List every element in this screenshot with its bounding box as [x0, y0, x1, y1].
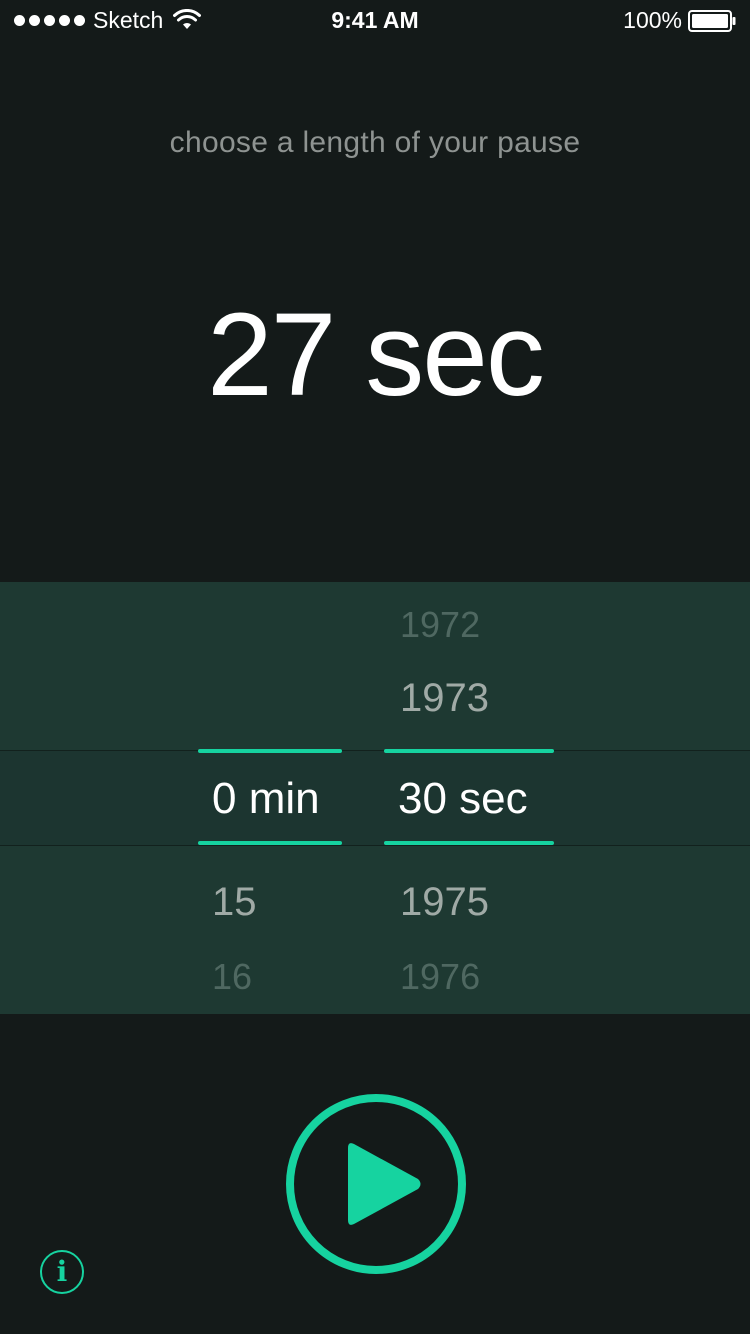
minutes-selection-bottom-line — [198, 841, 342, 845]
info-button[interactable]: i — [40, 1250, 84, 1294]
play-icon — [348, 1143, 421, 1225]
status-bar: Sketch 9:41 AM 100% — [0, 0, 750, 40]
info-icon: i — [56, 1255, 68, 1288]
seconds-selection-top-line — [384, 749, 554, 753]
minutes-selection-top-line — [198, 749, 342, 753]
minutes-option[interactable]: 16 — [212, 956, 252, 998]
duration-picker[interactable]: 0 min 15 16 1972 1973 30 sec 1975 1976 — [0, 582, 750, 1014]
pause-length-value: 27 — [207, 289, 336, 421]
minutes-selected-value[interactable]: 0 min — [212, 774, 320, 824]
seconds-option[interactable]: 1975 — [400, 880, 489, 925]
battery-percentage: 100% — [623, 7, 682, 33]
seconds-selection-bottom-line — [384, 841, 554, 845]
seconds-option[interactable]: 1976 — [400, 956, 480, 998]
battery-icon — [688, 9, 736, 32]
picker-selection-band — [0, 750, 750, 846]
pause-length-prompt: choose a length of your pause — [169, 126, 581, 159]
pause-length-unit: sec — [365, 289, 545, 421]
minutes-option[interactable]: 15 — [212, 880, 257, 925]
pause-length-display: 27 sec — [0, 296, 750, 414]
seconds-option[interactable]: 1973 — [400, 676, 489, 721]
status-right: 100% — [623, 7, 736, 34]
seconds-selected-value[interactable]: 30 sec — [398, 774, 528, 824]
seconds-option[interactable]: 1972 — [400, 604, 480, 646]
